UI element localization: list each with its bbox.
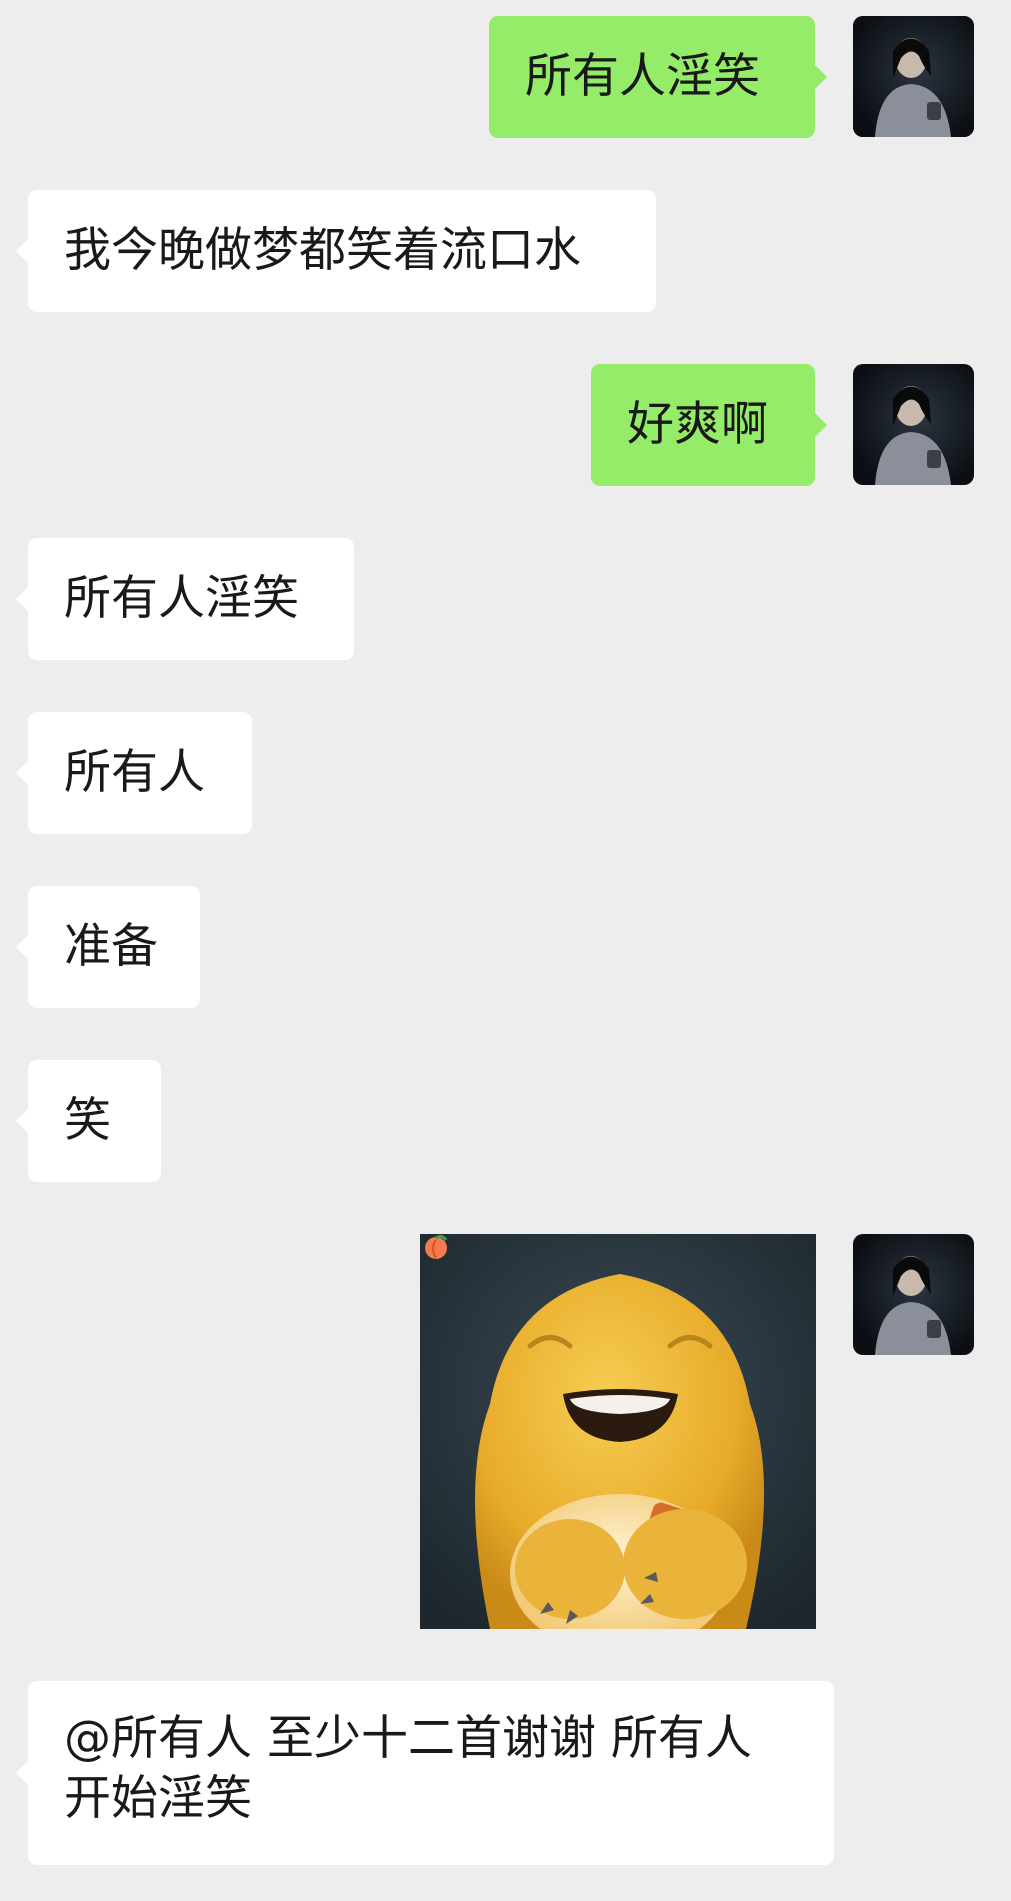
message-text: 准备 <box>64 919 158 974</box>
message-text: 所有人 <box>64 745 205 800</box>
message-text: 所有人淫笑 <box>64 571 299 626</box>
message-text: 我今晚做梦都笑着流口水 <box>64 223 581 278</box>
message-text-line: @所有人 至少十二首谢谢 所有人 <box>64 1711 752 1766</box>
avatar[interactable] <box>853 364 974 485</box>
avatar-photo-icon <box>853 364 974 485</box>
message-bubble-incoming[interactable]: 所有人淫笑 <box>16 538 354 660</box>
avatar[interactable] <box>853 16 974 137</box>
message-bubble-incoming[interactable]: 准备 <box>16 886 200 1008</box>
message-text: 所有人淫笑 <box>525 49 760 104</box>
message-bubble-incoming[interactable]: 我今晚做梦都笑着流口水 <box>16 190 656 312</box>
avatar-photo-icon <box>853 16 974 137</box>
message-bubble-incoming[interactable]: 所有人 <box>16 712 252 834</box>
message-bubble-outgoing[interactable]: 好爽啊 <box>591 364 827 486</box>
message-text: 好爽啊 <box>627 397 768 452</box>
message-bubble-incoming[interactable]: 笑 <box>16 1060 161 1182</box>
avatar[interactable] <box>853 1234 974 1355</box>
message-text: 笑 <box>64 1093 111 1148</box>
avatar-photo-icon <box>853 1234 974 1355</box>
message-bubble-outgoing[interactable]: 所有人淫笑 <box>489 16 827 138</box>
message-text-line: 开始淫笑 <box>64 1771 252 1826</box>
yellow-creature-sticker-icon <box>420 1234 816 1629</box>
message-bubble-incoming[interactable]: @所有人 至少十二首谢谢 所有人 开始淫笑 <box>16 1681 834 1865</box>
sticker-image[interactable] <box>420 1234 816 1629</box>
